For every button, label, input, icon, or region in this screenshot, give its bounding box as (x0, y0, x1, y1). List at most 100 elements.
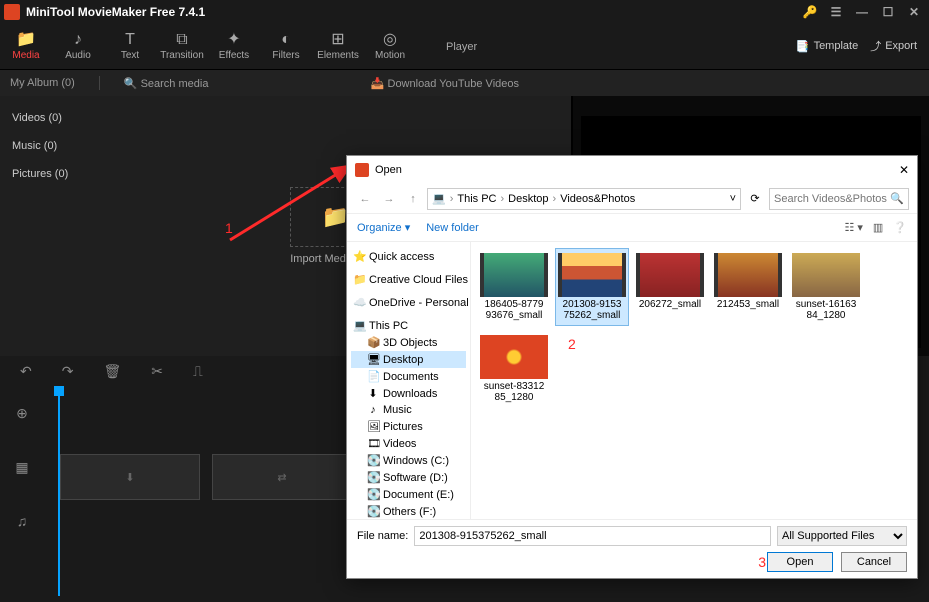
file-item[interactable]: 206272_small (633, 248, 707, 326)
file-item[interactable]: 212453_small (711, 248, 785, 326)
track-slot-1[interactable]: ⬇ (60, 454, 200, 500)
redo-button[interactable]: ↷ (62, 363, 74, 380)
my-album-tab[interactable]: My Album (0) (10, 77, 75, 89)
key-icon[interactable]: 🔑 (799, 1, 821, 23)
sidebar-videos[interactable]: Videos (0) (0, 104, 100, 132)
template-label: Template (814, 40, 859, 52)
help-button[interactable]: ❔ (893, 221, 907, 234)
transition-icon: ⧉ (176, 32, 187, 48)
delete-button[interactable]: 🗑 (103, 363, 121, 380)
audio-track-icon: ♫ (0, 494, 44, 548)
minimize-button[interactable]: — (851, 1, 873, 23)
search-icon: 🔍 (890, 192, 904, 205)
folder-tree: ⭐Quick access 📁Creative Cloud Files ☁️On… (347, 242, 471, 519)
elements-icon: ⊞ (331, 32, 344, 48)
tree-3d-objects[interactable]: 📦3D Objects (351, 334, 466, 351)
annotation-3: 3 (758, 554, 766, 570)
search-media[interactable]: 🔍 Search media (124, 77, 209, 90)
view-mode-button[interactable]: ☷ ▾ (844, 221, 862, 234)
sidebar-music[interactable]: Music (0) (0, 132, 100, 160)
tab-motion[interactable]: ◎ Motion (364, 24, 416, 70)
filename-input[interactable] (414, 526, 771, 546)
tree-onedrive[interactable]: ☁️OneDrive - Personal (351, 294, 466, 311)
preview-pane-button[interactable]: ▥ (873, 221, 883, 234)
tab-elements-label: Elements (317, 50, 359, 61)
playhead[interactable] (54, 386, 64, 396)
dialog-close-button[interactable]: ✕ (899, 163, 909, 177)
tab-media[interactable]: 📁 Media (0, 24, 52, 70)
file-item[interactable]: sunset-8331285_1280 (477, 330, 551, 408)
tree-quick-access[interactable]: ⭐Quick access (351, 248, 466, 265)
nav-back-button[interactable]: ← (355, 189, 375, 209)
breadcrumb-seg-0[interactable]: This PC (457, 193, 496, 205)
undo-button[interactable]: ↶ (20, 363, 32, 380)
menu-icon[interactable]: ☰ (825, 1, 847, 23)
app-title: MiniTool MovieMaker Free 7.4.1 (26, 5, 799, 19)
open-button[interactable]: Open (767, 552, 833, 572)
tree-creative-cloud[interactable]: 📁Creative Cloud Files (351, 271, 466, 288)
nav-up-button[interactable]: ↑ (403, 189, 423, 209)
dialog-logo (355, 163, 369, 177)
tab-text[interactable]: T Text (104, 24, 156, 70)
download-youtube[interactable]: 📥 Download YouTube Videos (371, 77, 519, 90)
file-item-selected[interactable]: 201308-915375262_small (555, 248, 629, 326)
tab-effects-label: Effects (219, 50, 249, 61)
sidebar-pictures[interactable]: Pictures (0) (0, 160, 100, 188)
tree-documents[interactable]: 📄Documents (351, 368, 466, 385)
refresh-button[interactable]: ⟳ (745, 192, 765, 205)
breadcrumb-seg-1[interactable]: Desktop (508, 193, 548, 205)
tab-motion-label: Motion (375, 50, 405, 61)
track-slot-2[interactable]: ⇄ (212, 454, 352, 500)
titlebar: MiniTool MovieMaker Free 7.4.1 🔑 ☰ — ☐ ✕ (0, 0, 929, 24)
filetype-select[interactable]: All Supported Files (777, 526, 907, 546)
breadcrumb-seg-2[interactable]: Videos&Photos (560, 193, 635, 205)
dialog-search[interactable]: 🔍 (769, 188, 909, 210)
file-item[interactable]: 186405-877993676_small (477, 248, 551, 326)
effects-icon: ✦ (227, 32, 240, 48)
add-track-button[interactable]: ⊕ (0, 386, 44, 440)
tab-audio[interactable]: ♪ Audio (52, 24, 104, 70)
tab-filters[interactable]: ◐ Filters (260, 24, 312, 70)
tree-downloads[interactable]: ⬇Downloads (351, 385, 466, 402)
search-media-placeholder: Search media (141, 78, 209, 90)
maximize-button[interactable]: ☐ (877, 1, 899, 23)
audio-icon: ♪ (74, 32, 82, 48)
new-folder-button[interactable]: New folder (426, 222, 479, 234)
breadcrumb[interactable]: 💻 › This PC › Desktop › Videos&Photos ˅ (427, 188, 741, 210)
annotation-2: 2 (568, 336, 576, 352)
search-input[interactable] (774, 193, 904, 205)
tree-drive-c[interactable]: 💽Windows (C:) (351, 452, 466, 469)
template-button[interactable]: 📑 Template (796, 40, 858, 53)
file-list: 186405-877993676_small 201308-915375262_… (471, 242, 917, 519)
tree-videos[interactable]: 🎞Videos (351, 435, 466, 452)
tree-drive-e[interactable]: 💽Document (E:) (351, 486, 466, 503)
folder-icon: 📁 (16, 32, 36, 48)
sub-toolbar: My Album (0) 🔍 Search media 📥 Download Y… (0, 70, 929, 96)
cancel-button[interactable]: Cancel (841, 552, 907, 572)
file-item[interactable]: sunset-1616384_1280 (789, 248, 863, 326)
chevron-down-icon[interactable]: ˅ (730, 193, 736, 205)
pc-icon: 💻 (432, 192, 446, 205)
dialog-navbar: ← → ↑ 💻 › This PC › Desktop › Videos&Pho… (347, 184, 917, 214)
tree-pictures[interactable]: 🖼Pictures (351, 418, 466, 435)
tree-desktop[interactable]: 🖥Desktop (351, 351, 466, 368)
dialog-titlebar: Open ✕ (347, 156, 917, 184)
nav-forward-button[interactable]: → (379, 189, 399, 209)
tree-music[interactable]: ♪Music (351, 402, 466, 418)
organize-button[interactable]: Organize ▾ (357, 221, 410, 234)
media-sidebar: Videos (0) Music (0) Pictures (0) (0, 96, 100, 356)
tab-elements[interactable]: ⊞ Elements (312, 24, 364, 70)
crop-button[interactable]: ⎍ (193, 363, 203, 380)
tree-drive-f[interactable]: 💽Others (F:) (351, 503, 466, 519)
export-button[interactable]: ⤴ Export (870, 38, 917, 54)
tab-media-label: Media (12, 50, 39, 61)
dialog-title: Open (375, 164, 402, 176)
tree-this-pc[interactable]: 💻This PC (351, 317, 466, 334)
tree-drive-d[interactable]: 💽Software (D:) (351, 469, 466, 486)
app-logo (4, 4, 20, 20)
tab-effects[interactable]: ✦ Effects (208, 24, 260, 70)
player-label: Player (446, 41, 477, 53)
close-button[interactable]: ✕ (903, 1, 925, 23)
cut-button[interactable]: ✂ (151, 363, 163, 380)
tab-transition[interactable]: ⧉ Transition (156, 24, 208, 70)
